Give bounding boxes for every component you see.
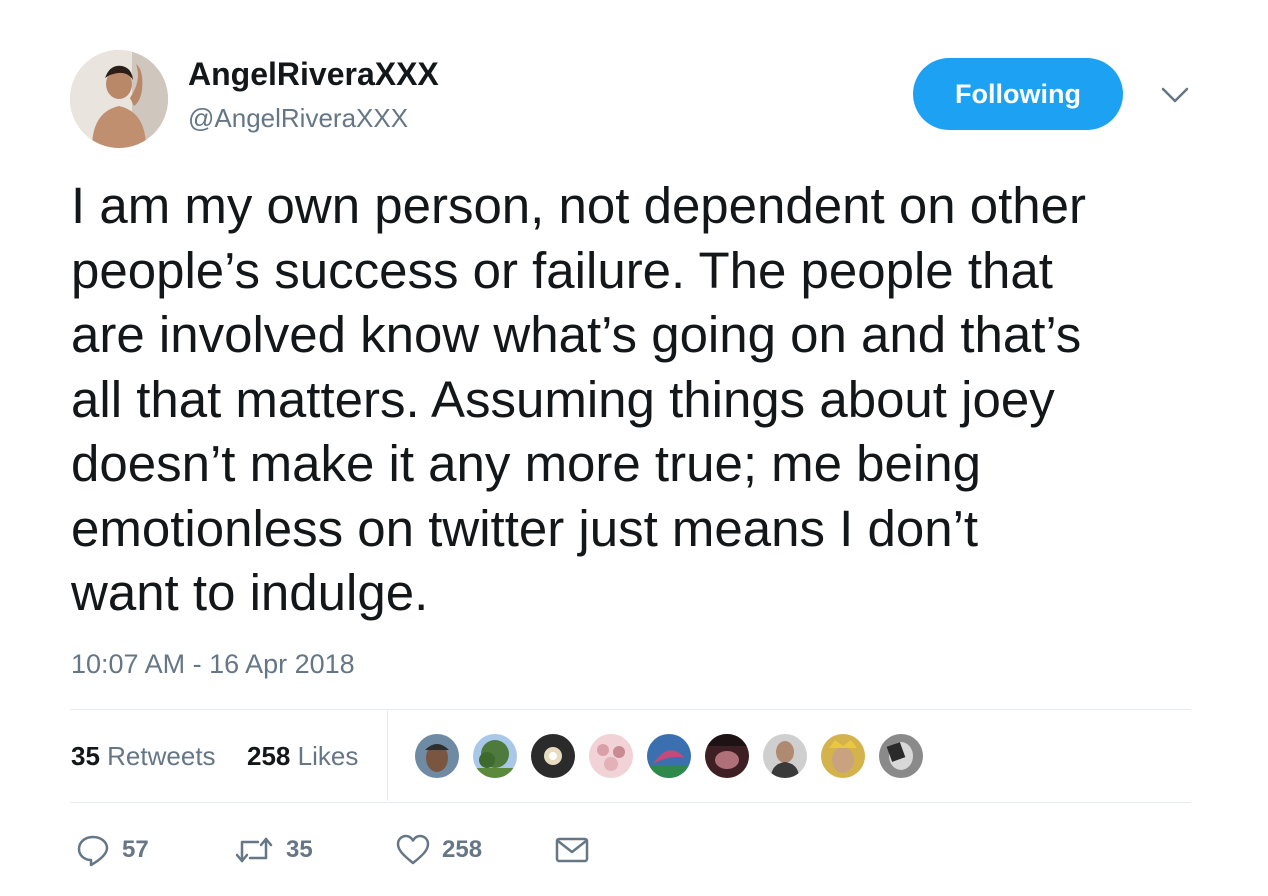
tweet-timestamp[interactable]: 10:07 AM - 16 Apr 2018 <box>71 649 355 680</box>
envelope-icon <box>555 837 589 863</box>
tweet-text: I am my own person, not dependent on oth… <box>71 177 1086 621</box>
retweets-count: 35 <box>71 741 100 771</box>
stats-separator <box>387 710 388 801</box>
following-button[interactable]: Following <box>913 58 1123 130</box>
liker-avatar-7[interactable] <box>761 732 809 780</box>
reply-action[interactable]: 57 <box>76 830 149 870</box>
direct-message-action[interactable] <box>555 830 589 870</box>
author-avatar[interactable] <box>70 50 168 148</box>
author-screen-name[interactable]: @AngelRiveraXXX <box>188 103 408 134</box>
more-options-button[interactable] <box>1158 82 1192 108</box>
retweet-count: 35 <box>286 836 313 863</box>
tweet-card: AngelRiveraXXX @AngelRiveraXXX Following… <box>0 0 1268 896</box>
retweets-stat[interactable]: 35 Retweets <box>71 741 216 772</box>
likes-stat[interactable]: 258 Likes <box>247 741 358 772</box>
user-avatar-icon <box>70 50 168 148</box>
retweets-label: Retweets <box>107 741 216 771</box>
like-count: 258 <box>442 836 483 863</box>
heart-icon <box>396 834 430 865</box>
liker-avatar-1[interactable] <box>413 732 461 780</box>
liker-avatar-4[interactable] <box>587 732 635 780</box>
liker-avatar-5[interactable] <box>645 732 693 780</box>
divider-top <box>70 709 1191 710</box>
retweet-icon <box>235 837 273 863</box>
liker-avatar-9[interactable] <box>877 732 925 780</box>
chevron-down-icon <box>1161 87 1189 103</box>
author-display-name[interactable]: AngelRiveraXXX <box>188 56 439 93</box>
liker-avatar-8[interactable] <box>819 732 867 780</box>
likes-label: Likes <box>297 741 359 771</box>
like-action[interactable]: 258 <box>396 830 482 870</box>
likes-count: 258 <box>247 741 291 771</box>
liker-avatar-3[interactable] <box>529 732 577 780</box>
retweet-action[interactable]: 35 <box>234 830 313 870</box>
divider-bottom <box>70 802 1191 803</box>
reply-count: 57 <box>122 836 149 863</box>
liker-avatar-2[interactable] <box>471 732 519 780</box>
liker-avatar-6[interactable] <box>703 732 751 780</box>
reply-icon <box>77 835 109 867</box>
